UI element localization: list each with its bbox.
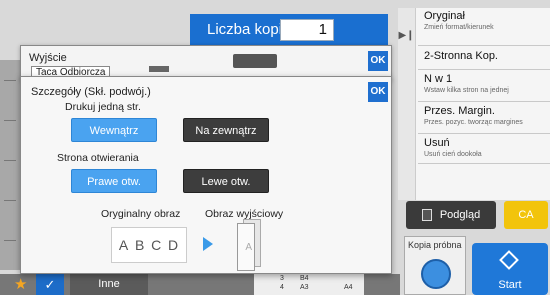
- tray-size: A3: [300, 284, 309, 291]
- preview-label: Podgląd: [439, 209, 481, 221]
- details-ok-button[interactable]: OK: [368, 82, 388, 102]
- preview-button[interactable]: Podgląd: [406, 201, 496, 229]
- copier-screen: Liczba kopii 1 ▶❙ Oryginał Zmień format/…: [0, 0, 550, 295]
- menu-subtitle: Usuń cień dookoła: [424, 151, 482, 158]
- menu-title: Oryginał: [424, 10, 465, 22]
- expand-arrow-icon[interactable]: ▶❙: [398, 8, 416, 200]
- menu-subtitle: Przes. pozyc. tworząc margines: [424, 119, 523, 126]
- menu-item-margin-shift[interactable]: Przes. Margin. Przes. pozyc. tworząc mar…: [418, 102, 550, 134]
- left-open-button[interactable]: Lewe otw.: [183, 169, 269, 193]
- menu-item-n-up[interactable]: N w 1 Wstaw kilka stron na jednej: [418, 70, 550, 102]
- favorite-star-icon[interactable]: ★: [14, 277, 27, 292]
- arrow-right-icon: [203, 237, 213, 251]
- machine-icon: [233, 54, 277, 68]
- right-open-button[interactable]: Prawe otw.: [71, 169, 157, 193]
- tray-size-extra: A4: [344, 284, 353, 291]
- menu-item-original[interactable]: Oryginał Zmień format/kierunek: [418, 10, 550, 46]
- check-icon[interactable]: ✓: [36, 274, 64, 295]
- tray-number: 3: [280, 275, 284, 282]
- original-image-label: Oryginalny obraz: [101, 208, 181, 220]
- original-letter: C: [151, 237, 163, 253]
- clear-all-button[interactable]: CA: [504, 201, 548, 229]
- output-ok-button[interactable]: OK: [368, 51, 388, 71]
- details-dialog: Szczegóły (Skł. podwój.) OK Drukuj jedną…: [20, 76, 392, 274]
- menu-item-duplex-copy[interactable]: 2-Stronna Kop.: [418, 46, 550, 70]
- proof-copy-label: Kopia próbna: [408, 240, 462, 250]
- original-letter: A: [118, 237, 130, 253]
- start-label: Start: [498, 279, 522, 291]
- proof-start-icon: [421, 259, 451, 289]
- original-image-preview: A B C D: [111, 227, 187, 263]
- inside-button[interactable]: Wewnątrz: [71, 118, 157, 142]
- other-button[interactable]: Inne: [70, 274, 148, 295]
- tray-icon: [149, 66, 169, 72]
- output-title: Wyjście: [29, 52, 67, 64]
- tray-size: B4: [300, 275, 309, 282]
- menu-item-erase[interactable]: Usuń Usuń cień dookoła: [418, 134, 550, 164]
- details-title: Szczegóły (Skł. podwój.): [31, 86, 151, 98]
- strip-tick: [4, 80, 16, 81]
- output-image-preview: A: [237, 219, 263, 271]
- menu-subtitle: Wstaw kilka stron na jednej: [424, 87, 509, 94]
- menu-title: Usuń: [424, 137, 450, 149]
- strip-tick: [4, 200, 16, 201]
- strip-tick: [4, 120, 16, 121]
- proof-copy-button[interactable]: Kopia próbna: [404, 236, 466, 295]
- strip-tick: [4, 160, 16, 161]
- original-letter: D: [167, 237, 180, 253]
- copies-input[interactable]: 1: [280, 19, 334, 41]
- tray-status[interactable]: 3 B4 4 A3 A4: [254, 274, 364, 295]
- original-letter: B: [134, 237, 146, 253]
- menu-title: Przes. Margin.: [424, 105, 495, 117]
- menu-title: N w 1: [424, 73, 453, 85]
- start-button[interactable]: Start: [472, 243, 548, 295]
- page-front: A: [237, 223, 255, 271]
- outside-button[interactable]: Na zewnątrz: [183, 118, 269, 142]
- menu-title: 2-Stronna Kop.: [424, 50, 498, 62]
- start-diamond-icon: [499, 250, 519, 270]
- tray-number: 4: [280, 284, 284, 291]
- strip-tick: [4, 240, 16, 241]
- left-scroll-strip[interactable]: [0, 60, 20, 270]
- menu-subtitle: Zmień format/kierunek: [424, 24, 494, 31]
- opening-side-label: Strona otwierania: [57, 152, 139, 164]
- copies-label: Liczba kopii: [207, 21, 286, 38]
- preview-icon: [421, 209, 432, 221]
- print-one-side-label: Drukuj jedną str.: [65, 101, 141, 113]
